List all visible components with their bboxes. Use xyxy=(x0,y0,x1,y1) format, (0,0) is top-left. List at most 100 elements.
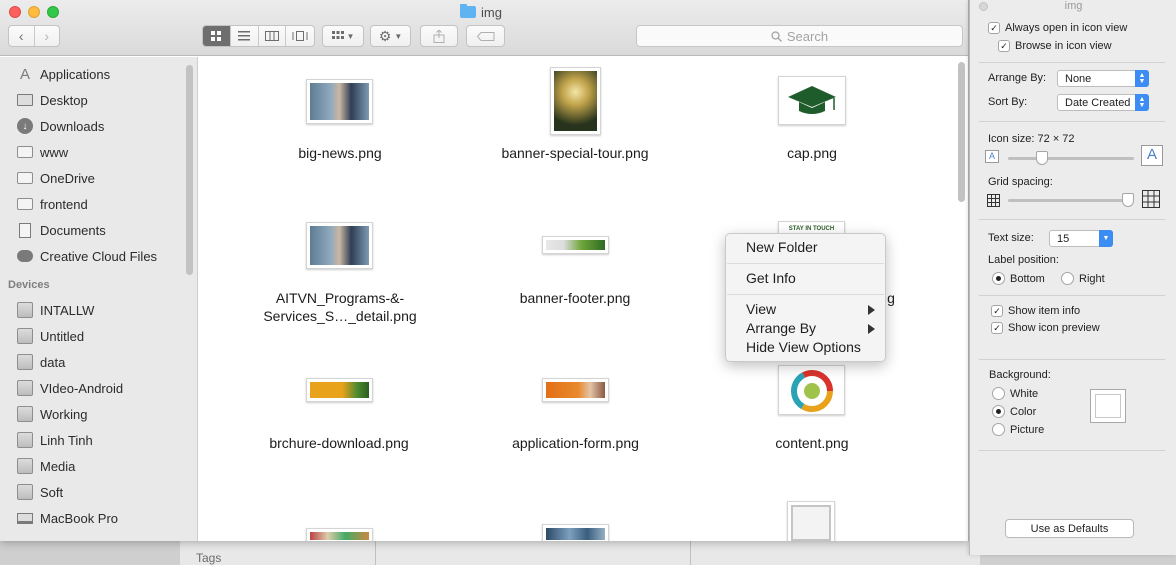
file-thumbnail-partial[interactable] xyxy=(306,528,373,541)
sidebar-item-label: data xyxy=(40,354,66,370)
grid-spacing-label: Grid spacing: xyxy=(988,176,1053,188)
show-icon-preview-checkbox[interactable]: ✓ Show icon preview xyxy=(991,322,1100,334)
browse-in-checkbox[interactable]: ✓ Browse in icon view xyxy=(998,40,1112,52)
chevron-down-icon: ▼ xyxy=(1099,230,1113,247)
file-thumbnail-cap[interactable] xyxy=(778,76,846,125)
sidebar-item-applications[interactable]: A Applications xyxy=(16,64,110,84)
sidebar-item-soft[interactable]: Soft xyxy=(16,482,63,502)
content-diagram-icon xyxy=(791,370,833,412)
file-name[interactable]: big-news.png xyxy=(270,144,410,162)
use-as-defaults-button[interactable]: Use as Defaults xyxy=(1005,519,1134,538)
file-name[interactable]: application-form.png xyxy=(490,434,661,452)
icon-view-button[interactable] xyxy=(203,26,231,46)
checkmark-icon: ✓ xyxy=(991,322,1003,334)
slider-knob[interactable] xyxy=(1036,151,1048,165)
panel-title: img xyxy=(1064,0,1083,12)
sidebar-item-frontend[interactable]: frontend xyxy=(16,194,88,214)
file-name[interactable]: content.png xyxy=(760,434,864,452)
laptop-icon xyxy=(16,510,34,526)
show-item-info-checkbox[interactable]: ✓ Show item info xyxy=(991,305,1080,317)
list-view-button[interactable] xyxy=(231,26,259,46)
file-name[interactable]: AITVN_Programs-&- Services_S…_detail.png xyxy=(240,289,440,325)
file-thumbnail-application-form[interactable] xyxy=(542,378,609,402)
radio-unselected-icon xyxy=(992,423,1005,436)
sidebar-item-label: Desktop xyxy=(40,92,88,108)
sidebar-item-macbook-pro[interactable]: MacBook Pro xyxy=(16,508,118,528)
background-color-swatch[interactable] xyxy=(1090,389,1126,423)
file-thumbnail-big-news[interactable] xyxy=(306,79,373,124)
sidebar-item-www[interactable]: www xyxy=(16,142,68,162)
sidebar-item-video-android[interactable]: VIdeo-Android xyxy=(16,378,123,398)
menu-item-arrange-by[interactable]: Arrange By xyxy=(746,320,816,336)
sidebar-item-data[interactable]: data xyxy=(16,352,65,372)
sidebar-item-onedrive[interactable]: OneDrive xyxy=(16,168,95,188)
label-position-right-radio[interactable]: Right xyxy=(1061,272,1105,285)
file-thumbnail-partial[interactable] xyxy=(542,524,609,541)
disk-icon xyxy=(16,484,34,500)
disk-icon xyxy=(16,458,34,474)
disk-icon xyxy=(16,328,34,344)
back-button[interactable]: ‹ xyxy=(9,26,35,46)
menu-item-get-info[interactable]: Get Info xyxy=(746,270,796,286)
list-icon xyxy=(238,31,251,41)
sidebar-item-creative-cloud[interactable]: Creative Cloud Files xyxy=(16,246,157,266)
file-name[interactable]: banner-footer.png xyxy=(500,289,650,307)
sidebar-item-label: Linh Tinh xyxy=(40,432,93,448)
file-name[interactable]: cap.png xyxy=(760,144,864,162)
arrange-button[interactable]: ▼ xyxy=(322,25,364,47)
file-name[interactable]: g xyxy=(884,289,898,307)
sidebar-scrollbar[interactable] xyxy=(186,65,193,275)
minimize-button[interactable] xyxy=(28,6,40,18)
sidebar-item-intallw[interactable]: INTALLW xyxy=(16,300,94,320)
menu-item-hide-view-options[interactable]: Hide View Options xyxy=(746,339,861,355)
search-placeholder: Search xyxy=(786,28,829,44)
sidebar-item-label: Soft xyxy=(40,484,64,500)
slider-knob[interactable] xyxy=(1122,193,1134,207)
background-color-radio[interactable]: Color xyxy=(992,405,1036,418)
menu-item-view[interactable]: View xyxy=(746,301,776,317)
share-button[interactable] xyxy=(420,25,458,47)
search-field[interactable]: Search xyxy=(636,25,963,47)
always-open-checkbox[interactable]: ✓ Always open in icon view xyxy=(988,22,1127,34)
action-button[interactable]: ⚙ ▼ xyxy=(370,25,411,47)
panel-divider xyxy=(979,121,1165,122)
background-picture-radio[interactable]: Picture xyxy=(992,423,1044,436)
sidebar-item-linh-tinh[interactable]: Linh Tinh xyxy=(16,430,93,450)
sidebar-item-working[interactable]: Working xyxy=(16,404,87,424)
text-size-select[interactable]: 15 ▼ xyxy=(1049,230,1113,247)
column-view-button[interactable] xyxy=(259,26,287,46)
icon-size-slider[interactable] xyxy=(1008,157,1134,160)
menu-item-new-folder[interactable]: New Folder xyxy=(746,239,818,255)
file-thumbnail-partial[interactable] xyxy=(787,501,835,541)
file-thumbnail-content[interactable] xyxy=(778,365,845,415)
sidebar-item-untitled[interactable]: Untitled xyxy=(16,326,84,346)
grid-spacing-slider[interactable] xyxy=(1008,199,1134,202)
checkbox-label: Show icon preview xyxy=(1008,322,1100,334)
sort-by-select[interactable]: Date Created ▲ ▼ xyxy=(1057,94,1149,111)
file-name[interactable]: brchure-download.png xyxy=(250,434,428,452)
file-thumbnail-brchure-download[interactable] xyxy=(306,378,373,402)
arrange-by-select[interactable]: None ▲ ▼ xyxy=(1057,70,1149,87)
sidebar-item-media[interactable]: Media xyxy=(16,456,75,476)
file-name-line-1: AITVN_Programs-&- xyxy=(275,290,405,306)
sidebar-item-documents[interactable]: Documents xyxy=(16,220,106,240)
file-thumbnail-banner-special-tour[interactable] xyxy=(550,67,601,135)
close-button[interactable] xyxy=(9,6,21,18)
file-name-line-2: Services_S…_detail.png xyxy=(263,308,417,324)
sidebar-item-desktop[interactable]: Desktop xyxy=(16,90,88,110)
file-thumbnail-aitvn[interactable] xyxy=(306,222,373,269)
file-name[interactable]: banner-special-tour.png xyxy=(480,144,670,162)
content-scrollbar[interactable] xyxy=(958,62,965,202)
zoom-button[interactable] xyxy=(47,6,59,18)
folder-icon xyxy=(460,4,476,18)
forward-button[interactable]: › xyxy=(35,26,60,46)
file-thumbnail-banner-footer[interactable] xyxy=(542,236,609,254)
radio-selected-icon xyxy=(992,272,1005,285)
cover-flow-button[interactable] xyxy=(286,26,314,46)
sidebar-item-downloads[interactable]: ↓ Downloads xyxy=(16,116,104,136)
sidebar-item-label: VIdeo-Android xyxy=(40,380,124,396)
background-white-radio[interactable]: White xyxy=(992,387,1038,400)
label-position-bottom-radio[interactable]: Bottom xyxy=(992,272,1045,285)
tag-button[interactable] xyxy=(466,25,505,47)
radio-label: White xyxy=(1010,387,1039,400)
